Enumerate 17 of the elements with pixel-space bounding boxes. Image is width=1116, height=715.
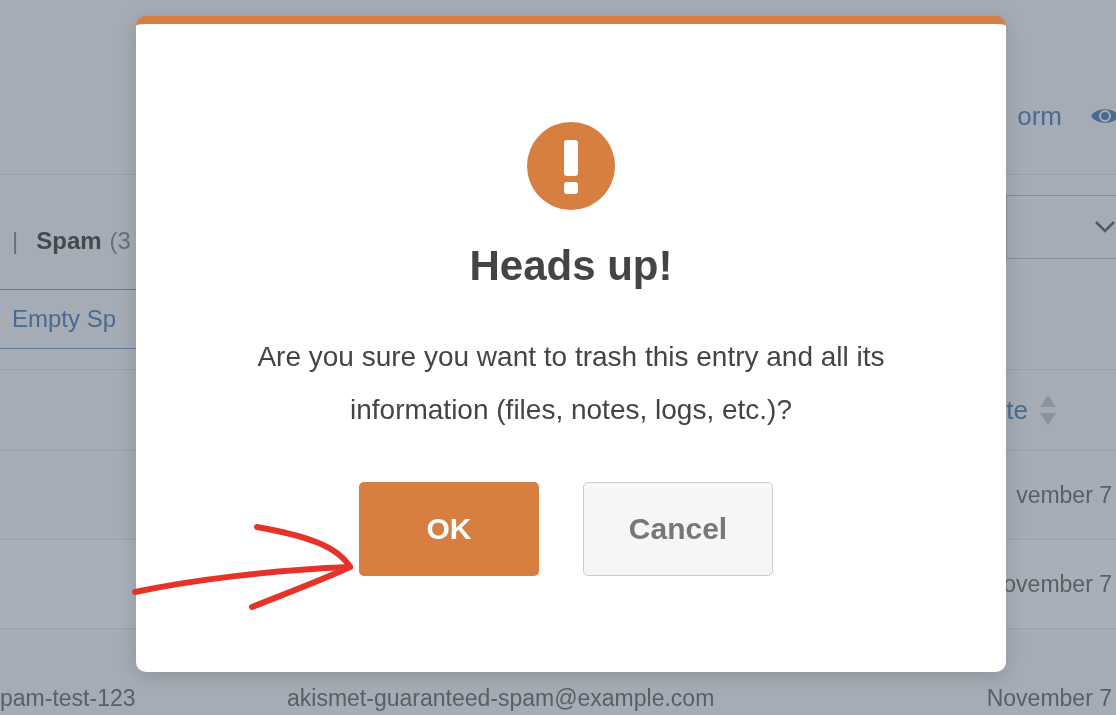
sort-icon[interactable]: [1038, 393, 1058, 427]
spam-count: (3: [109, 227, 131, 255]
separator-text: |: [12, 227, 19, 255]
warning-icon: [527, 122, 615, 210]
form-link[interactable]: orm: [1017, 100, 1062, 132]
spam-filter-label[interactable]: Spam: [36, 227, 102, 255]
date-cell-text: November 7: [986, 685, 1113, 712]
dialog-title: Heads up!: [469, 242, 673, 290]
date-column-header[interactable]: te: [1006, 394, 1028, 426]
entry-id-cell-text: pam-test-123: [0, 685, 137, 712]
date-cell-text: vember 7: [1016, 481, 1113, 509]
ok-button[interactable]: OK: [359, 482, 539, 576]
date-cell-text: ovember 7: [1003, 570, 1113, 598]
chevron-down-icon: [1094, 220, 1116, 234]
dialog-message: Are you sure you want to trash this entry and all its information (files, notes, logs, etc.)?: [256, 340, 886, 427]
cancel-button[interactable]: Cancel: [583, 482, 773, 576]
email-cell-text: akismet-guaranteed-spam@example.com: [287, 685, 716, 712]
